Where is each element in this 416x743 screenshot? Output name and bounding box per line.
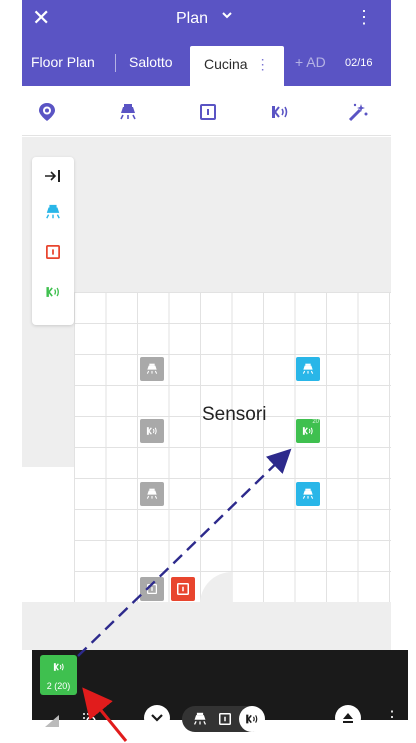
sensor-subcount: 20 [312, 419, 319, 425]
lamp-device-inactive[interactable] [140, 482, 164, 506]
lamp-device-active[interactable] [296, 357, 320, 381]
sensor-icon [53, 663, 64, 671]
add-tab-button[interactable]: + AD [295, 54, 326, 70]
lamp-device-inactive[interactable] [140, 357, 164, 381]
device-toolbar [22, 86, 391, 136]
floor-plan-canvas[interactable]: 20 [22, 137, 391, 650]
ceiling-lamp-icon[interactable] [116, 100, 140, 124]
app-header: ✕ Plan ⋮ [22, 0, 391, 40]
expand-button[interactable] [144, 705, 170, 731]
location-pin-icon[interactable] [35, 100, 59, 124]
tab-menu-icon[interactable]: ⋮ [256, 56, 270, 72]
more-menu-icon[interactable]: ⋮ [355, 8, 373, 26]
sensor-device-inactive[interactable] [140, 419, 164, 443]
dock-sensor-device[interactable]: 2 (20) [40, 655, 77, 695]
room-grid-extension [22, 467, 74, 602]
room-tabs: Floor Plan Salotto Cucina ⋮ + AD 02/16 [22, 40, 391, 86]
socket-icon[interactable] [196, 100, 220, 124]
tab-divider [115, 54, 116, 72]
page-indicator: 02/16 [345, 57, 373, 69]
chevron-down-icon[interactable] [220, 8, 234, 25]
lamp-device-active[interactable] [296, 482, 320, 506]
signal-icon [45, 714, 59, 732]
door-arc-icon [200, 572, 232, 604]
device-palette [32, 157, 74, 325]
dock-device-count: 2 (20) [46, 681, 71, 691]
socket-filter-icon[interactable] [215, 709, 235, 729]
lamp-filter-icon[interactable] [190, 709, 210, 729]
page-title[interactable]: Plan [176, 10, 208, 28]
tab-cucina-label: Cucina [204, 56, 248, 72]
close-icon[interactable]: ✕ [32, 5, 50, 31]
zoom-search-icon[interactable] [82, 712, 98, 733]
room-grid[interactable] [74, 292, 391, 602]
bottom-dock: 2 (20) ⋮ [32, 650, 408, 732]
tab-salotto[interactable]: Salotto [129, 54, 173, 70]
palette-lamp-icon[interactable] [38, 197, 68, 227]
palette-sensor-icon[interactable] [38, 277, 68, 307]
socket-device-active[interactable] [171, 577, 195, 601]
tab-cucina[interactable]: Cucina ⋮ [190, 46, 284, 86]
magic-wand-icon[interactable] [346, 100, 370, 124]
socket-device-inactive[interactable] [140, 577, 164, 601]
palette-socket-icon[interactable] [38, 237, 68, 267]
collapse-panel-icon[interactable] [38, 161, 68, 191]
sensor-filter-icon[interactable] [239, 706, 265, 732]
annotation-label: Sensori [202, 404, 267, 425]
sensor-icon[interactable] [268, 100, 292, 124]
sensor-device-active[interactable]: 20 [296, 419, 320, 443]
eject-button[interactable] [335, 705, 361, 731]
bottom-menu-icon[interactable]: ⋮ [384, 710, 400, 726]
tab-floor-plan[interactable]: Floor Plan [31, 54, 95, 70]
device-type-selector [182, 706, 265, 732]
